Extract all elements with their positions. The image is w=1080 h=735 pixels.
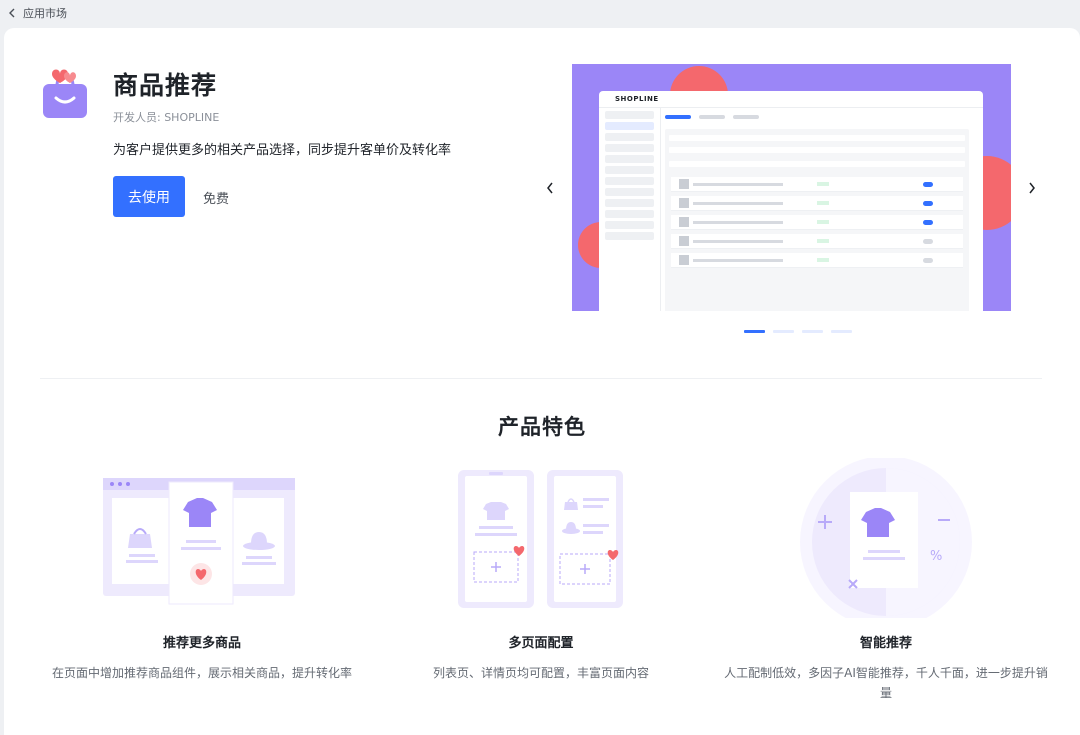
app-title: 商品推荐 — [113, 71, 218, 100]
price-label: 免费 — [203, 192, 230, 207]
section-divider — [40, 378, 1042, 379]
app-description: 为客户提供更多的相关产品选择，同步提升客单价及转化率 — [113, 143, 452, 158]
feature-description: 在页面中增加推荐商品组件，展示相关商品，提升转化率 — [51, 666, 352, 680]
multi-page-illustration — [371, 458, 711, 618]
feature-name: 推荐更多商品 — [162, 636, 241, 651]
product-grid-illustration — [32, 458, 372, 618]
breadcrumb-app-market[interactable]: 应用市场 — [23, 5, 67, 21]
feature-description: 人工配制低效，多因子AI智能推荐，千人千面，进一步提升销量 — [724, 666, 1048, 700]
carousel-next-button[interactable] — [1023, 178, 1041, 198]
carousel-dot[interactable] — [831, 330, 852, 333]
features-heading: 产品特色 — [498, 415, 586, 439]
feature-description: 列表页、详情页均可配置，丰富页面内容 — [432, 666, 649, 680]
ai-recommend-illustration: % — [716, 456, 1056, 628]
top-bar: 应用市场 — [0, 0, 1080, 26]
carousel-dot[interactable] — [802, 330, 823, 333]
carousel-dot[interactable] — [744, 330, 765, 333]
feature-name: 智能推荐 — [859, 636, 912, 651]
svg-text:%: % — [930, 549, 942, 564]
feature-name: 多页面配置 — [508, 636, 574, 651]
use-app-button[interactable]: 去使用 — [113, 176, 185, 217]
chevron-left-icon — [6, 7, 18, 19]
carousel-prev-button[interactable] — [541, 178, 559, 198]
developer-label: 开发人员: SHOPLINE — [113, 111, 220, 124]
admin-screenshot: SHOPLINE — [599, 91, 983, 311]
shopline-logo: SHOPLINE — [615, 95, 659, 103]
back-button[interactable]: 应用市场 — [6, 5, 67, 21]
carousel-indicators — [744, 330, 852, 333]
carousel-slide[interactable]: SHOPLINE — [572, 64, 1011, 311]
chevron-right-icon — [1029, 182, 1035, 194]
chevron-left-icon — [547, 182, 553, 194]
app-detail-card: 商品推荐 开发人员: SHOPLINE 为客户提供更多的相关产品选择，同步提升客… — [4, 28, 1080, 735]
carousel-dot[interactable] — [773, 330, 794, 333]
shopping-bag-icon — [40, 64, 90, 120]
